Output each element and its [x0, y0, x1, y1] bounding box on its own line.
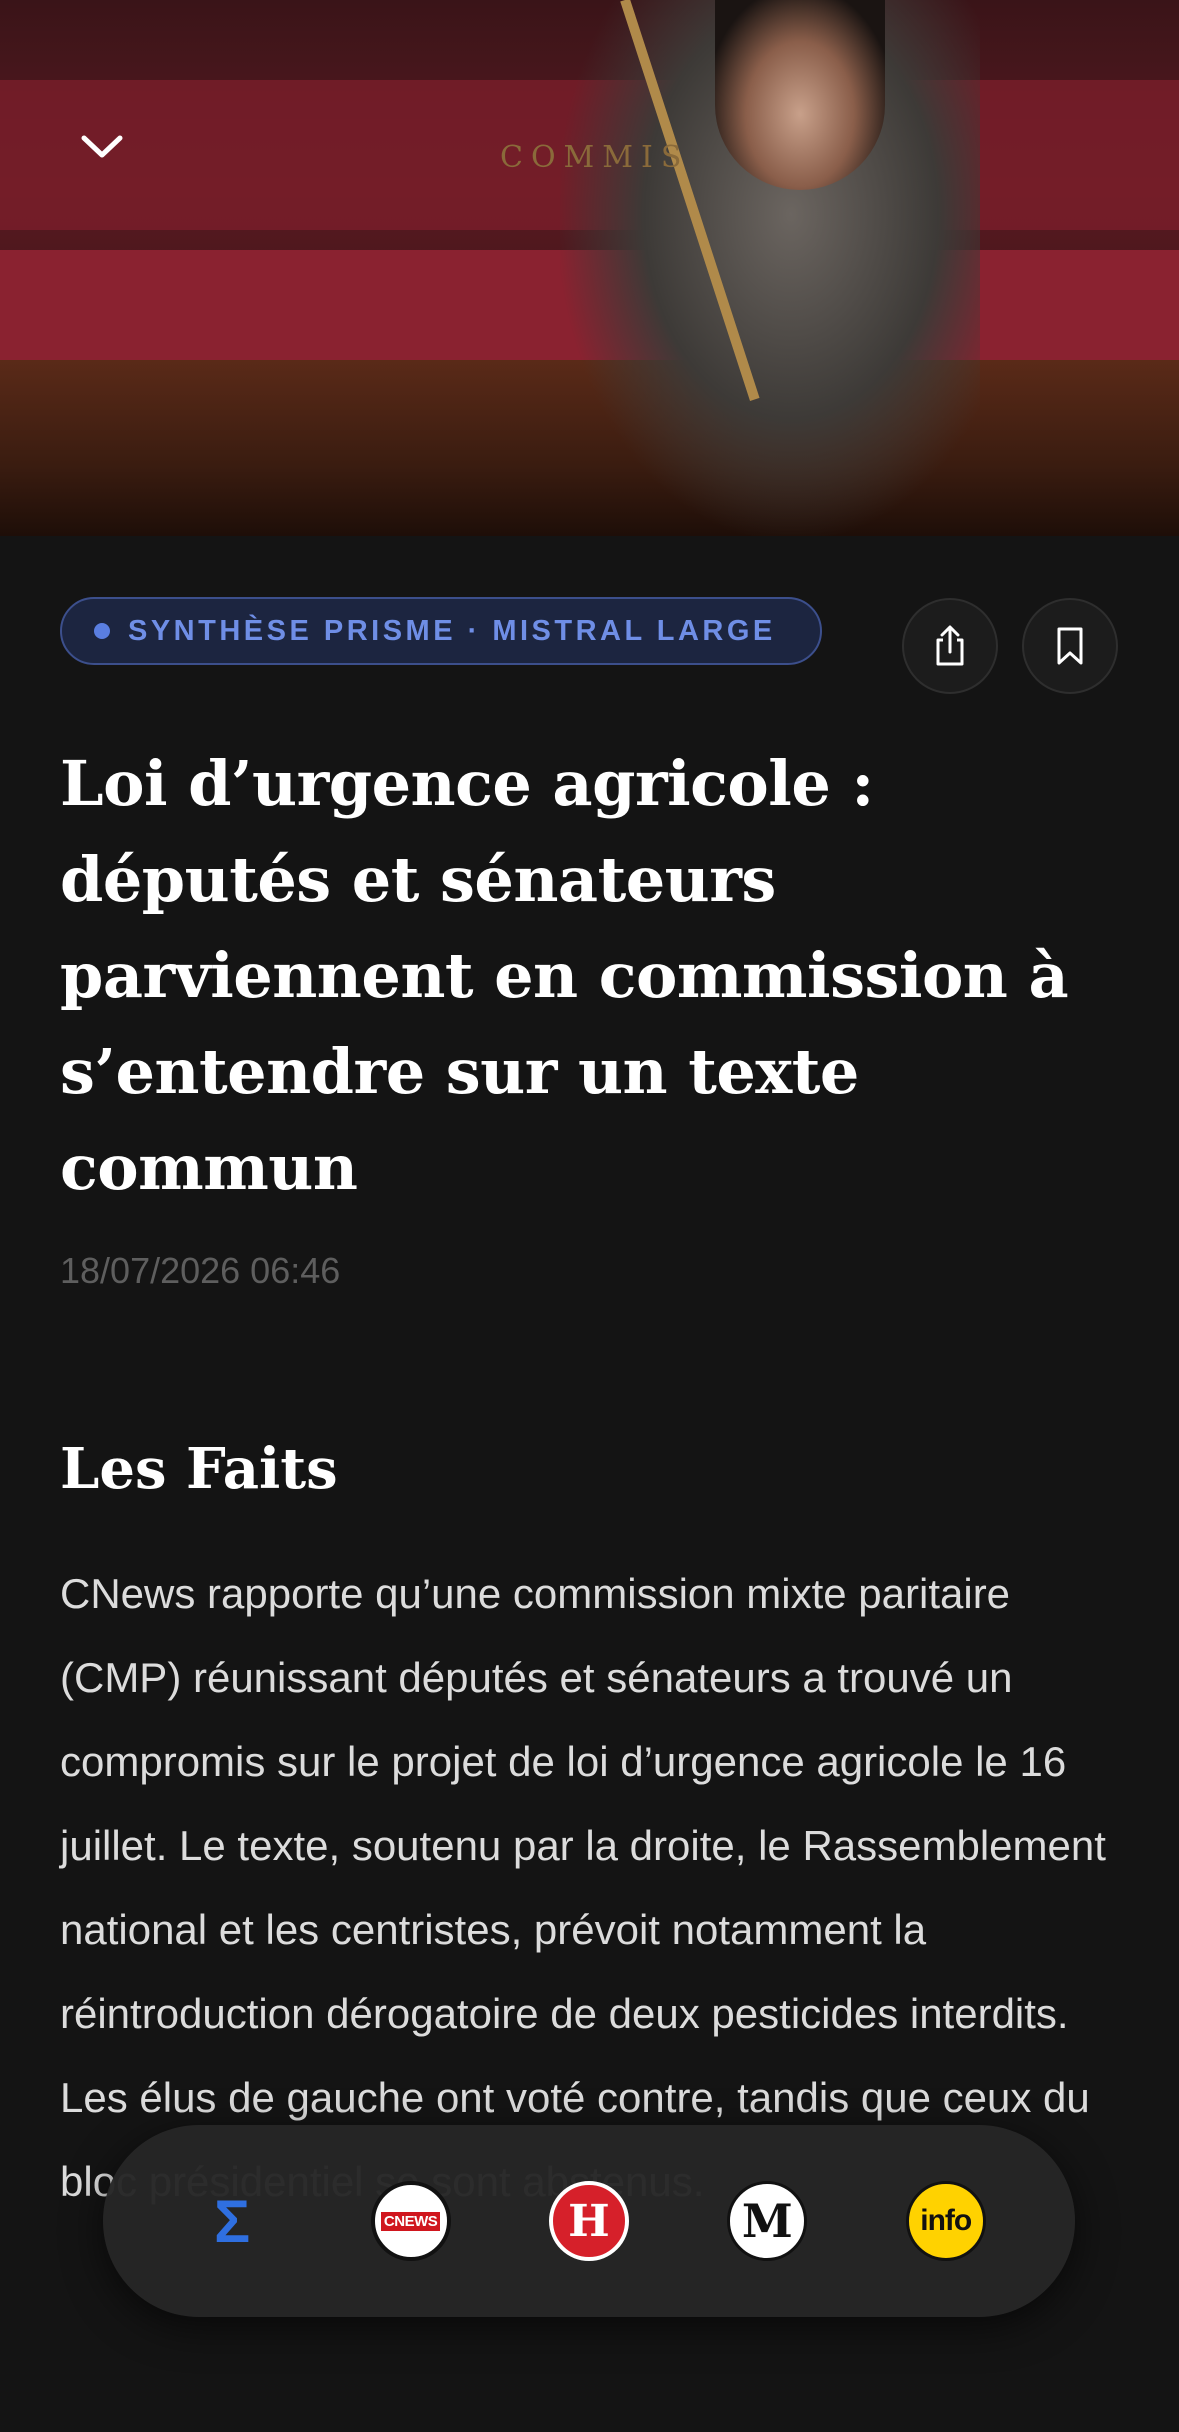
source-le-monde-button[interactable]: M	[727, 2181, 808, 2261]
deputy-head	[715, 0, 885, 190]
tag-label: SYNTHÈSE PRISME · MISTRAL LARGE	[128, 614, 776, 647]
article-date: 18/07/2026 06:46	[60, 1250, 341, 1291]
source-switcher: Σ CNEWS H M info	[103, 2125, 1075, 2317]
desk-engraving: COMMIS	[500, 140, 690, 175]
share-icon	[936, 625, 964, 666]
source-prisme-button[interactable]: Σ	[192, 2181, 272, 2261]
cnews-logo-icon: CNEWS	[380, 2211, 441, 2231]
synthesis-tag: SYNTHÈSE PRISME · MISTRAL LARGE	[60, 597, 822, 665]
chevron-down-icon	[81, 135, 123, 158]
sigma-icon: Σ	[214, 2187, 251, 2255]
humanite-logo-icon: H	[568, 2195, 610, 2247]
hero-image: COMMIS	[0, 0, 1179, 536]
bookmark-button[interactable]	[1022, 598, 1118, 694]
franceinfo-logo-icon: info	[920, 2204, 972, 2237]
section-title: Les Faits	[60, 1436, 338, 1502]
source-franceinfo-button[interactable]: info	[905, 2181, 986, 2261]
bookmark-icon	[1057, 627, 1083, 665]
source-cnews-button[interactable]: CNEWS	[370, 2181, 451, 2261]
collapse-button[interactable]	[70, 115, 134, 179]
article-body: CNews rapporte qu’une commission mixte p…	[60, 1570, 1106, 2205]
source-humanite-button[interactable]: H	[548, 2181, 629, 2261]
le-monde-logo-icon: M	[741, 2194, 793, 2248]
share-button[interactable]	[902, 598, 998, 694]
article-title: Loi d’urgence agricole : députés et séna…	[60, 747, 1069, 1204]
tag-dot-icon	[94, 623, 110, 639]
